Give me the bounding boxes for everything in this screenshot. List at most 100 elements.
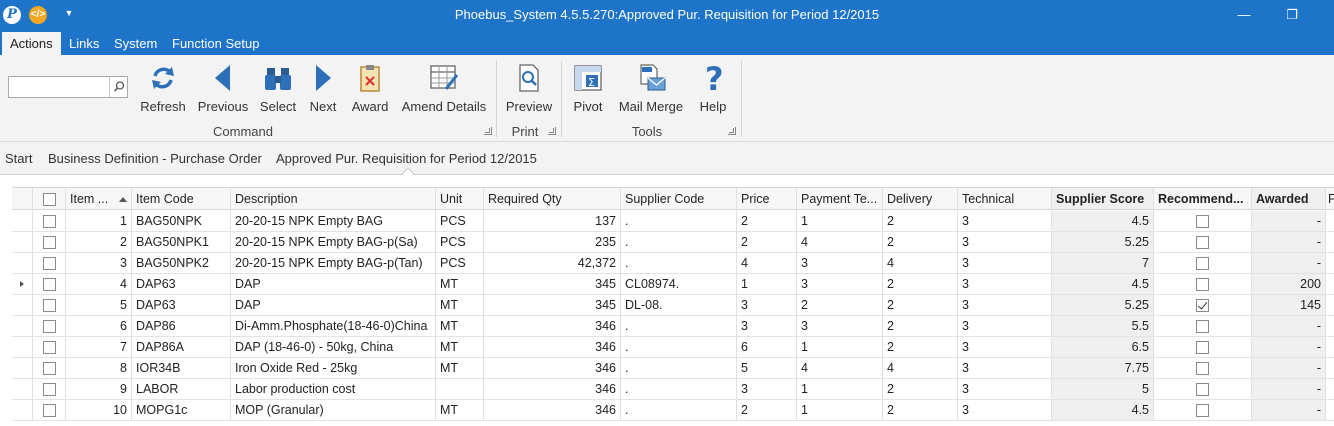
supplier-code-cell[interactable]: .: [621, 232, 737, 252]
delivery-cell[interactable]: 4: [883, 358, 958, 378]
column-header-payment-terms[interactable]: Payment Te...: [797, 188, 883, 209]
item-code-cell[interactable]: DAP86: [132, 316, 231, 336]
amend-details-button[interactable]: Amend Details: [400, 62, 488, 118]
price-cell[interactable]: 1: [737, 274, 797, 294]
required-qty-cell[interactable]: 42,372: [484, 253, 621, 273]
column-header-extra[interactable]: F: [1326, 188, 1334, 209]
price-cell[interactable]: 3: [737, 316, 797, 336]
breadcrumb-business-definition[interactable]: Business Definition - Purchase Order: [48, 151, 262, 166]
description-cell[interactable]: 20-20-15 NPK Empty BAG: [231, 211, 436, 231]
column-header-awarded[interactable]: Awarded: [1252, 188, 1326, 209]
price-cell[interactable]: 2: [737, 211, 797, 231]
supplier-score-cell[interactable]: 7.75: [1052, 358, 1154, 378]
unit-cell[interactable]: MT: [436, 337, 484, 357]
awarded-cell[interactable]: -: [1252, 400, 1326, 420]
table-row[interactable]: 6 DAP86 Di-Amm.Phosphate(18-46-0)China MT 34…: [12, 316, 1334, 337]
column-header-description[interactable]: Description: [231, 188, 436, 209]
supplier-code-cell[interactable]: CL08974.: [621, 274, 737, 294]
required-qty-cell[interactable]: 137: [484, 211, 621, 231]
previous-button[interactable]: Previous: [197, 62, 249, 118]
delivery-cell[interactable]: 2: [883, 232, 958, 252]
awarded-cell[interactable]: -: [1252, 253, 1326, 273]
row-select-checkbox[interactable]: [42, 383, 56, 397]
technical-cell[interactable]: 3: [958, 253, 1052, 273]
table-row[interactable]: 1 BAG50NPK 20-20-15 NPK Empty BAG PCS 137. 2 1…: [12, 211, 1334, 232]
search-button[interactable]: [109, 77, 127, 97]
supplier-code-cell[interactable]: DL-08.: [621, 295, 737, 315]
unit-cell[interactable]: MT: [436, 358, 484, 378]
item-no-cell[interactable]: 2: [66, 232, 132, 252]
recommended-checkbox[interactable]: [1196, 215, 1209, 229]
help-button[interactable]: ? Help: [696, 62, 730, 118]
command-launcher-icon[interactable]: [484, 127, 492, 135]
recommended-cell[interactable]: [1154, 211, 1252, 231]
row-select-cell[interactable]: [33, 274, 66, 294]
item-code-cell[interactable]: DAP86A: [132, 337, 231, 357]
table-row[interactable]: 2 BAG50NPK1 20-20-15 NPK Empty BAG-p(Sa) PC…: [12, 232, 1334, 253]
supplier-code-cell[interactable]: .: [621, 253, 737, 273]
required-qty-cell[interactable]: 346: [484, 379, 621, 399]
supplier-code-cell[interactable]: .: [621, 337, 737, 357]
column-header-required-qty[interactable]: Required Qty: [484, 188, 621, 209]
supplier-score-cell[interactable]: 6.5: [1052, 337, 1154, 357]
required-qty-cell[interactable]: 235: [484, 232, 621, 252]
delivery-cell[interactable]: 2: [883, 316, 958, 336]
table-row[interactable]: 10 MOPG1c MOP (Granular) MT 346. 2 1 2 3 4.5-: [12, 400, 1334, 421]
recommended-checkbox[interactable]: [1196, 236, 1209, 250]
supplier-score-cell[interactable]: 5.25: [1052, 295, 1154, 315]
payment-terms-cell[interactable]: 2: [797, 295, 883, 315]
next-button[interactable]: Next: [304, 62, 342, 118]
column-header-supplier-score[interactable]: Supplier Score: [1052, 188, 1154, 209]
column-header-supplier-code[interactable]: Supplier Code: [621, 188, 737, 209]
recommended-cell[interactable]: [1154, 295, 1252, 315]
item-code-cell[interactable]: BAG50NPK: [132, 211, 231, 231]
row-select-cell[interactable]: [33, 232, 66, 252]
awarded-cell[interactable]: -: [1252, 379, 1326, 399]
payment-terms-cell[interactable]: 4: [797, 232, 883, 252]
supplier-score-cell[interactable]: 4.5: [1052, 400, 1154, 420]
delivery-cell[interactable]: 2: [883, 211, 958, 231]
recommended-cell[interactable]: [1154, 400, 1252, 420]
unit-cell[interactable]: MT: [436, 274, 484, 294]
supplier-code-cell[interactable]: .: [621, 379, 737, 399]
technical-cell[interactable]: 3: [958, 232, 1052, 252]
select-button[interactable]: Select: [258, 62, 298, 118]
price-cell[interactable]: 6: [737, 337, 797, 357]
unit-cell[interactable]: PCS: [436, 232, 484, 252]
payment-terms-cell[interactable]: 1: [797, 337, 883, 357]
breadcrumb-start[interactable]: Start: [5, 151, 32, 166]
item-no-cell[interactable]: 1: [66, 211, 132, 231]
delivery-cell[interactable]: 2: [883, 400, 958, 420]
menu-actions[interactable]: Actions: [2, 32, 61, 55]
minimize-button[interactable]: —: [1221, 0, 1267, 32]
awarded-cell[interactable]: -: [1252, 337, 1326, 357]
supplier-code-cell[interactable]: .: [621, 211, 737, 231]
price-cell[interactable]: 3: [737, 379, 797, 399]
description-cell[interactable]: DAP: [231, 274, 436, 294]
recommended-cell[interactable]: [1154, 379, 1252, 399]
item-no-cell[interactable]: 5: [66, 295, 132, 315]
price-cell[interactable]: 2: [737, 400, 797, 420]
technical-cell[interactable]: 3: [958, 211, 1052, 231]
payment-terms-cell[interactable]: 3: [797, 316, 883, 336]
delivery-cell[interactable]: 2: [883, 337, 958, 357]
unit-cell[interactable]: [436, 379, 484, 399]
description-cell[interactable]: DAP (18-46-0) - 50kg, China: [231, 337, 436, 357]
item-code-cell[interactable]: MOPG1c: [132, 400, 231, 420]
item-no-cell[interactable]: 7: [66, 337, 132, 357]
awarded-cell[interactable]: 200: [1252, 274, 1326, 294]
technical-cell[interactable]: 3: [958, 358, 1052, 378]
row-select-checkbox[interactable]: [42, 341, 56, 355]
payment-terms-cell[interactable]: 4: [797, 358, 883, 378]
mail-merge-button[interactable]: Mail Merge: [615, 62, 687, 118]
row-select-cell[interactable]: [33, 316, 66, 336]
restore-button[interactable]: ❐: [1269, 0, 1315, 32]
row-select-cell[interactable]: [33, 358, 66, 378]
row-select-checkbox[interactable]: [42, 257, 56, 271]
supplier-score-cell[interactable]: 7: [1052, 253, 1154, 273]
awarded-cell[interactable]: -: [1252, 316, 1326, 336]
row-select-checkbox[interactable]: [42, 215, 56, 229]
table-row[interactable]: 3 BAG50NPK2 20-20-15 NPK Empty BAG-p(Tan) P…: [12, 253, 1334, 274]
row-select-checkbox[interactable]: [42, 404, 56, 418]
table-row[interactable]: 4 DAP63 DAP MT 345 CL08974. 1 3 2 3 4.5 200: [12, 274, 1334, 295]
